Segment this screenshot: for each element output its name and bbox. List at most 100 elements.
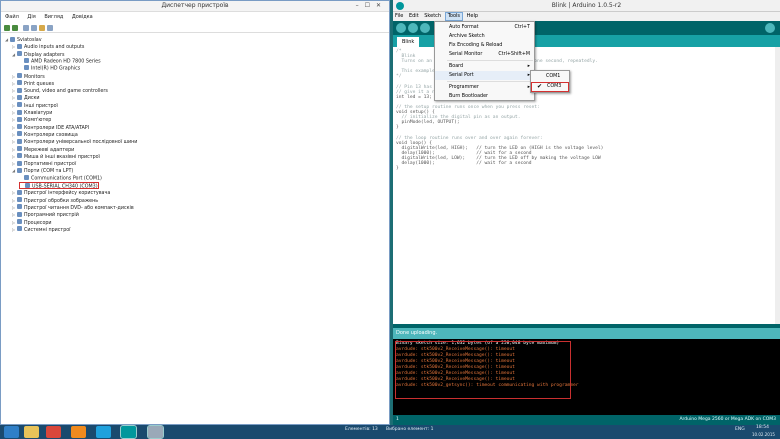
device-icon <box>17 138 22 144</box>
menu-item-burn-bootloader[interactable]: Burn Bootloader <box>435 92 534 101</box>
arduino-menu-edit[interactable]: Edit <box>407 12 421 21</box>
dm-window-controls[interactable]: –☐✕ <box>356 2 387 9</box>
menu-item-board[interactable]: Board ▸ <box>435 62 534 71</box>
arduino-menu-file[interactable]: File <box>393 12 405 21</box>
device-label: AMD Radeon HD 7800 Series <box>31 59 101 65</box>
device-tree-item[interactable]: ▷ Контролери сховища <box>12 131 78 138</box>
dm-menu-help[interactable]: Довідка <box>72 13 93 22</box>
port-com1[interactable]: COM1 <box>531 72 569 81</box>
device-tree-item[interactable]: ▷ Портативні пристрої <box>12 160 76 167</box>
device-tree-item[interactable]: ▷ Клавіатури <box>12 109 52 116</box>
menu-item-fix-encoding[interactable]: Fix Encoding & Reload <box>435 41 534 50</box>
device-tree-item[interactable]: ▷ Пристрої читання DVD- або компакт-дискі… <box>12 204 134 211</box>
start-icon[interactable] <box>4 426 19 438</box>
device-icon <box>17 43 22 49</box>
dm-menu-file[interactable]: Файл <box>5 13 19 22</box>
help-icon[interactable] <box>39 25 45 31</box>
device-tree-item[interactable]: ▷ Print queues <box>12 80 54 87</box>
verify-icon[interactable] <box>396 23 406 33</box>
arduino-menu-tools[interactable]: Tools <box>444 12 464 21</box>
device-tree-item[interactable]: ▷ Комп'ютер <box>12 116 51 123</box>
device-tree-item[interactable]: ▷ Sound, video and game controllers <box>12 87 108 94</box>
properties-icon[interactable] <box>23 25 29 31</box>
device-label: Портативні пристрої <box>24 162 77 168</box>
device-tree-item[interactable]: ▷ Пристрої інтерфейсу користувача <box>12 189 110 196</box>
device-icon <box>24 65 29 71</box>
device-icon <box>25 183 30 188</box>
device-tree-item[interactable]: ▷ Інші пристрої <box>12 102 58 109</box>
dm-menu-view[interactable]: Вигляд <box>44 13 63 22</box>
scan-hardware-icon[interactable] <box>47 25 53 31</box>
device-tree-item[interactable]: ▷ Мережеві адаптери <box>12 146 74 153</box>
dm-menu-action[interactable]: Дія <box>27 13 35 22</box>
arduino-menubar: File Edit Sketch Tools Help <box>393 12 780 21</box>
device-label: Контролери IDE ATA/ATAPI <box>24 125 90 131</box>
clock-date[interactable]: 10.02.2015 <box>752 432 775 437</box>
forward-icon[interactable] <box>12 25 18 31</box>
arduino-titlebar: Blink | Arduino 1.0.5-r2 <box>393 0 780 12</box>
device-icon <box>17 197 22 203</box>
dm-title: Диспетчер пристроїв <box>161 2 229 9</box>
new-sketch-icon[interactable] <box>420 23 430 33</box>
device-tree-item[interactable]: ▷ Миша й інші вказівні пристрої <box>12 153 100 160</box>
device-tree-item[interactable]: ▷ Контролери універсальної послідовної ши… <box>12 138 137 145</box>
device-icon <box>17 204 22 210</box>
device-label: Диски <box>24 96 40 102</box>
device-tree-item[interactable]: ▷ Програмний пристрій <box>12 211 79 218</box>
device-label: Процесори <box>24 220 52 226</box>
tab-blink[interactable]: Blink <box>397 37 420 47</box>
device-icon <box>17 131 22 137</box>
device-tree-item[interactable]: ◢ Порти (COM та LPT) <box>12 167 73 174</box>
device-tree-item[interactable]: Communications Port (COM1) <box>19 174 102 182</box>
tree-view-icon[interactable] <box>31 25 37 31</box>
device-tree-item[interactable]: ▷ Пристрої обробки зображень <box>12 197 98 204</box>
device-tree-item[interactable]: ◢ Sviatoslav <box>5 36 42 43</box>
serial-port-submenu: COM1 ✔ COM3 <box>530 70 570 93</box>
device-tree-item[interactable]: Intel(R) HD Graphics <box>19 65 80 72</box>
menu-item-programmer[interactable]: Programmer ▸ <box>435 83 534 92</box>
device-tree-item[interactable]: ▷ Контролери IDE ATA/ATAPI <box>12 124 89 131</box>
device-icon <box>17 73 22 78</box>
device-label: Monitors <box>24 74 45 80</box>
device-tree-item[interactable]: ▷ Системні пристрої <box>12 226 71 233</box>
arduino-icon[interactable] <box>120 425 137 439</box>
device-icon <box>17 109 22 115</box>
device-label: Пристрої обробки зображень <box>24 198 99 204</box>
dm-menubar: Файл Дія Вигляд Довідка <box>1 13 389 22</box>
device-tree-item[interactable]: ◢ Display adapters <box>12 51 64 58</box>
device-usb-serial-ch340[interactable]: USB-SERIAL CH340 (COM3) <box>19 182 99 190</box>
vlc-icon[interactable] <box>71 426 86 438</box>
back-icon[interactable] <box>4 25 10 31</box>
device-tree-item[interactable]: ▷ Audio inputs and outputs <box>12 43 84 50</box>
menu-item-auto-format[interactable]: Auto Format Ctrl+T <box>435 23 534 32</box>
serial-monitor-icon[interactable] <box>765 23 775 33</box>
device-label: Sound, video and game controllers <box>24 89 108 95</box>
device-icon <box>17 167 22 173</box>
device-label: Пристрої читання DVD- або компакт-дисків <box>24 205 134 211</box>
device-tree-item[interactable]: ▷ Процесори <box>12 219 52 226</box>
keyboard-language[interactable]: ENG <box>735 427 745 432</box>
menu-item-serial-port[interactable]: Serial Port ▸ <box>435 71 534 80</box>
skype-icon[interactable] <box>96 426 111 438</box>
menu-item-serial-monitor[interactable]: Serial Monitor Ctrl+Shift+M <box>435 50 534 59</box>
arduino-menu-sketch[interactable]: Sketch <box>422 12 443 21</box>
port-com3[interactable]: ✔ COM3 <box>531 82 569 92</box>
editor-scrollbar[interactable] <box>775 47 780 324</box>
arduino-menu-help[interactable]: Help <box>465 12 480 21</box>
chrome-icon[interactable] <box>46 426 61 438</box>
status-items-count: Елементів: 13 <box>345 427 378 432</box>
device-icon <box>17 87 22 93</box>
clock-time[interactable]: 18:54 <box>756 425 769 430</box>
device-tree-item[interactable]: ▷ Monitors <box>12 73 45 80</box>
menu-item-archive-sketch[interactable]: Archive Sketch <box>435 32 534 41</box>
upload-icon[interactable] <box>408 23 418 33</box>
device-icon <box>24 57 29 63</box>
arduino-footer: 1 Arduino Mega 2560 or Mega ADK on COM3 <box>393 415 780 425</box>
device-label: Програмний пристрій <box>24 213 79 219</box>
explorer-icon[interactable] <box>24 426 39 438</box>
device-tree-item[interactable]: AMD Radeon HD 7800 Series <box>19 57 101 65</box>
menu-separator <box>447 81 533 82</box>
device-tree-item[interactable]: ▷ Диски <box>12 94 40 101</box>
device-manager-icon[interactable] <box>147 425 164 439</box>
device-label: Intel(R) HD Graphics <box>31 66 81 72</box>
